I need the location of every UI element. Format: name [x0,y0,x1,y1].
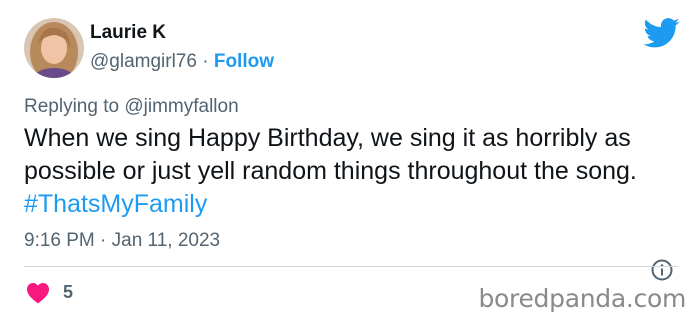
user-name[interactable]: Laurie K [90,22,166,44]
watermark: boredpanda.com [478,284,686,313]
replying-to: Replying to @jimmyfallon [24,96,239,117]
hashtag-link[interactable]: #ThatsMyFamily [24,190,207,218]
handle-row: @glamgirl76 · Follow [90,51,274,73]
timestamp[interactable]: 9:16 PM · Jan 11, 2023 [24,230,220,252]
follow-button[interactable]: Follow [214,51,274,72]
user-handle[interactable]: @glamgirl76 [90,51,197,72]
tweet-card: Laurie K @glamgirl76 · Follow Replying t… [0,0,700,319]
like-count: 5 [63,282,74,302]
tweet-body: When we sing Happy Birthday, we sing it … [24,124,637,185]
info-icon[interactable] [650,258,674,282]
avatar[interactable] [24,18,84,78]
twitter-bird-icon[interactable] [644,18,680,48]
heart-icon[interactable] [26,282,50,304]
separator-dot: · [196,51,214,72]
divider [24,266,678,267]
tweet-text: When we sing Happy Birthday, we sing it … [24,122,664,221]
